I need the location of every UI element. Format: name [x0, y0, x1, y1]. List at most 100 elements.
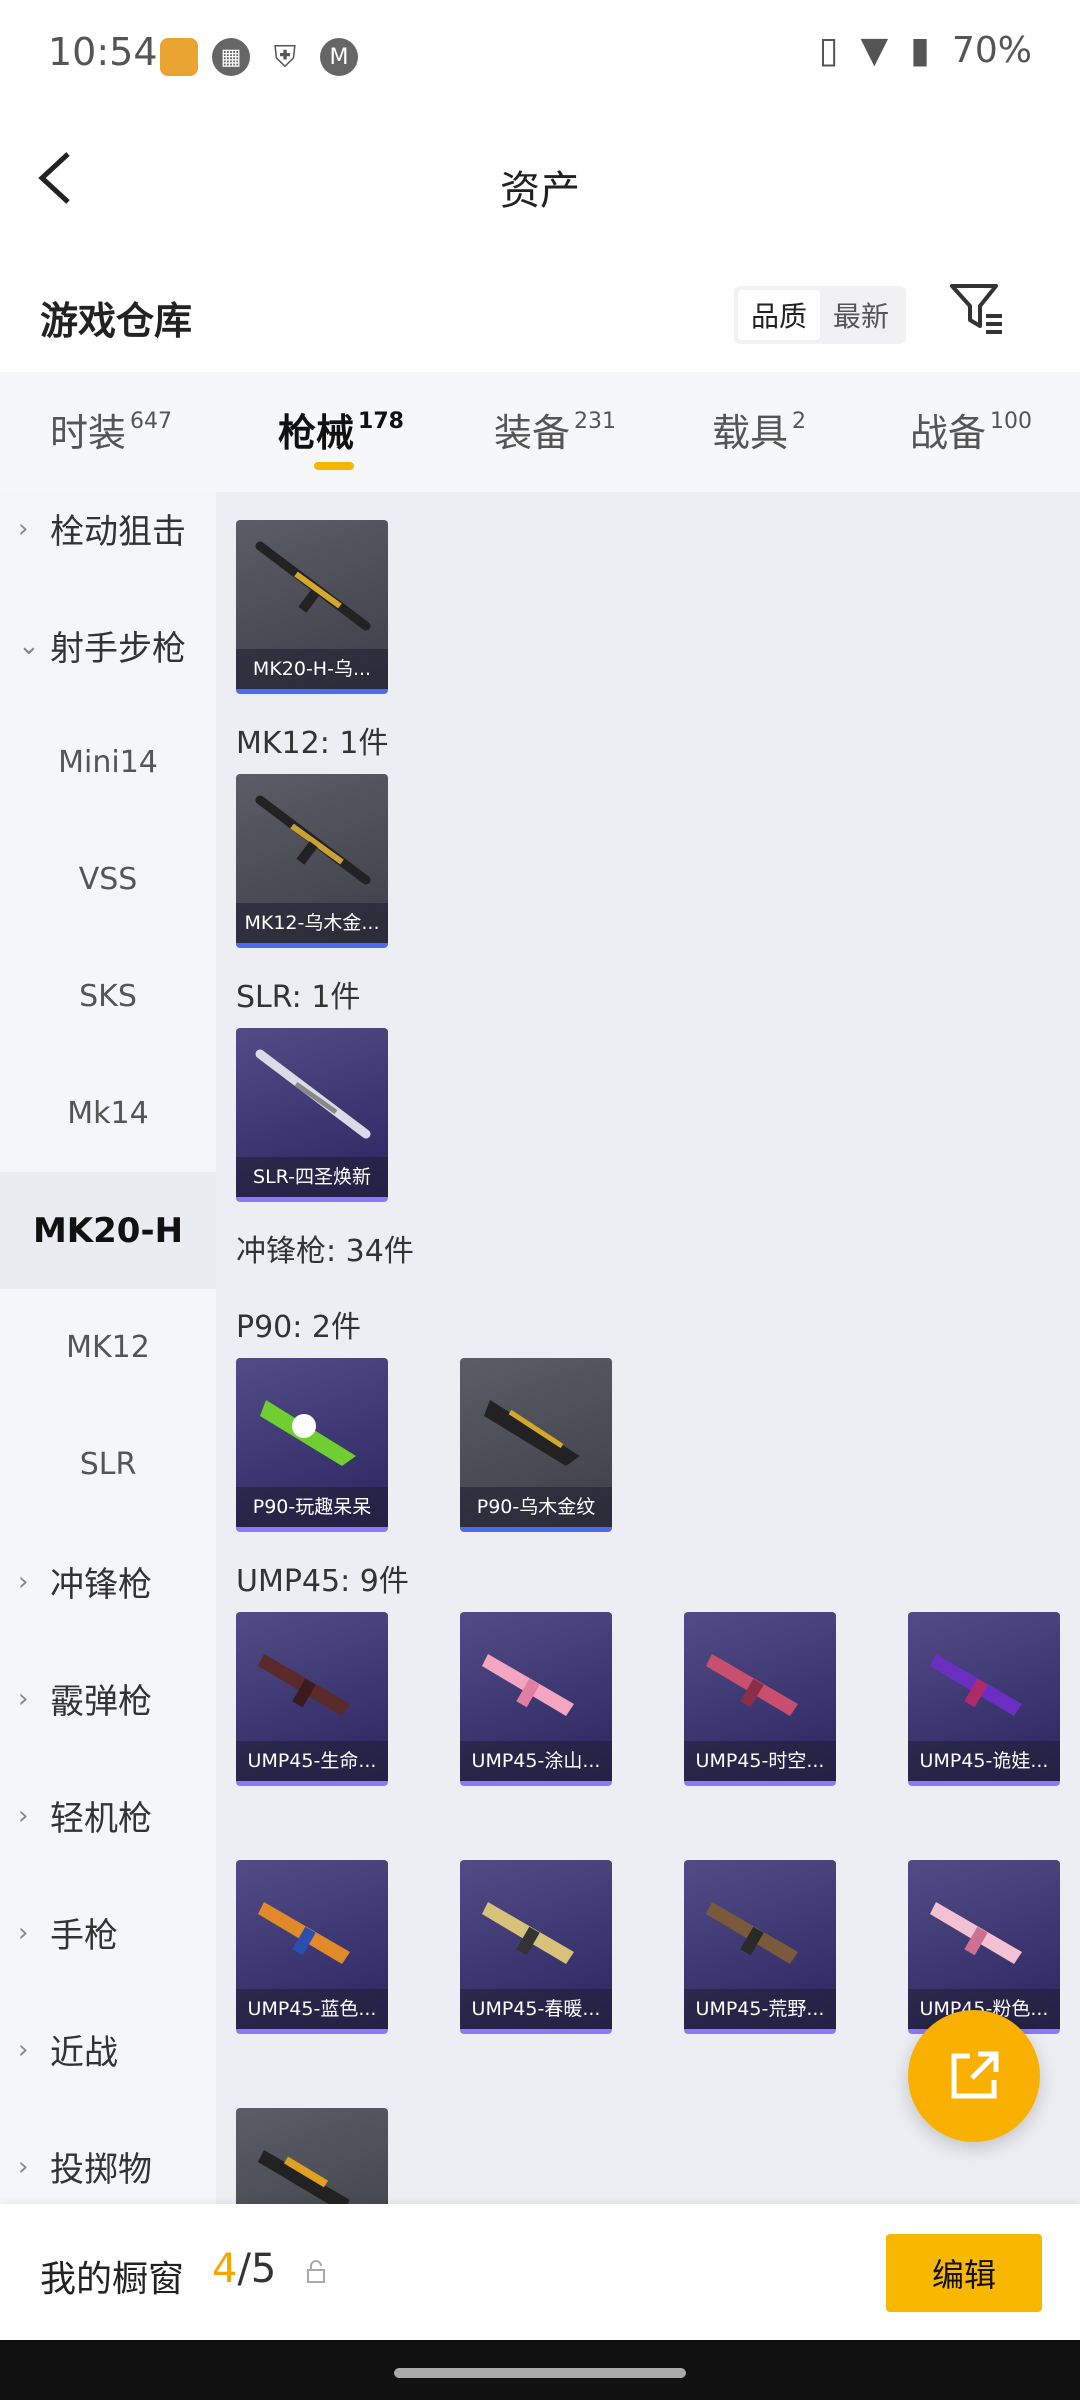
- calendar-icon: ▦: [212, 38, 250, 76]
- sidebar-item-melee[interactable]: › 近战: [0, 1991, 216, 2108]
- chevron-right-icon: ›: [18, 513, 29, 544]
- smg-icon: [706, 1654, 798, 1716]
- vibrate-icon: ▯: [818, 30, 839, 71]
- tab-vehicles[interactable]: 载具 2: [712, 402, 806, 457]
- battery-icon: ▮: [910, 30, 930, 71]
- sidebar-item-bolt-sniper[interactable]: › 栓动狙击: [0, 492, 216, 587]
- sidebar-item-mk14[interactable]: Mk14: [0, 1055, 216, 1172]
- tab-guns[interactable]: 枪械 178: [278, 402, 404, 457]
- weapon-card[interactable]: UMP45-蓝色...: [236, 1860, 388, 2034]
- smg-icon: [258, 1654, 350, 1716]
- chevron-right-icon: ›: [18, 1917, 29, 1948]
- sidebar-item-lmg[interactable]: › 轻机枪: [0, 1757, 216, 1874]
- sidebar-item-mk20h[interactable]: MK20-H: [0, 1172, 216, 1289]
- card-label: MK12-乌木金...: [236, 903, 388, 943]
- weapon-card[interactable]: SLR-四圣焕新: [236, 1028, 388, 1202]
- weapon-card[interactable]: UMP45-诡娃...: [908, 1612, 1060, 1786]
- wifi-icon: ▼: [860, 30, 889, 71]
- chevron-right-icon: ›: [18, 1683, 29, 1714]
- smg-icon: [258, 2150, 350, 2204]
- status-right: ▯ ▼ ▮ 70%: [819, 30, 1032, 71]
- sidebar-item-throwable[interactable]: › 投掷物: [0, 2108, 216, 2204]
- weapon-content: MK20-H-乌... MK12: 1件 MK12-乌木金... SLR: 1件…: [216, 492, 1080, 2204]
- tab-supplies[interactable]: 战备 100: [910, 402, 1032, 457]
- sort-latest-button[interactable]: 最新: [820, 290, 902, 340]
- group-header: SLR: 1件: [236, 980, 361, 1015]
- chevron-right-icon: ›: [18, 1800, 29, 1831]
- sort-quality-button[interactable]: 品质: [738, 290, 820, 340]
- weapon-sidebar: › 栓动狙击 ⌄ 射手步枪 Mini14 VSS SKS Mk14 MK20-H M…: [0, 492, 216, 2204]
- home-gesture-bar[interactable]: [394, 2368, 686, 2378]
- motorola-icon: M: [320, 38, 358, 76]
- sidebar-item-pistol[interactable]: › 手枪: [0, 1874, 216, 1991]
- card-label: UMP45-涂山...: [460, 1741, 612, 1781]
- sidebar-item-vss[interactable]: VSS: [0, 821, 216, 938]
- tab-equipment[interactable]: 装备 231: [494, 402, 616, 457]
- tab-indicator: [314, 462, 354, 470]
- section-title: 游戏仓库: [40, 299, 193, 343]
- smg-icon: [930, 1902, 1022, 1964]
- rifle-icon: [255, 1049, 371, 1139]
- rifle-icon: [255, 541, 371, 631]
- card-label: SLR-四圣焕新: [236, 1157, 388, 1197]
- weapon-card[interactable]: UMP45-粉色...: [908, 1860, 1060, 2034]
- card-label: P90-玩趣呆呆: [236, 1487, 388, 1527]
- smg-icon: [930, 1654, 1022, 1716]
- sidebar-item-slr[interactable]: SLR: [0, 1406, 216, 1523]
- group-header: 冲锋枪: 34件: [236, 1234, 414, 1269]
- category-tabs: 时装 647 枪械 178 装备 231 载具 2 战备 100: [0, 372, 1080, 492]
- card-label: UMP45-诡娃...: [908, 1741, 1060, 1781]
- sort-toggle: 品质 最新: [734, 286, 906, 344]
- smg-icon: [484, 1400, 580, 1466]
- card-label: UMP45-蓝色...: [236, 1989, 388, 2029]
- card-label: P90-乌木金纹: [460, 1487, 612, 1527]
- weapon-card[interactable]: UMP45-生命...: [236, 1612, 388, 1786]
- sidebar-item-smg[interactable]: › 冲锋枪: [0, 1523, 216, 1640]
- card-label: UMP45-春暖...: [460, 1989, 612, 2029]
- external-link-icon: [951, 2051, 999, 2099]
- chevron-down-icon: ⌄: [18, 630, 40, 661]
- smg-icon: [482, 1902, 574, 1964]
- card-label: UMP45-生命...: [236, 1741, 388, 1781]
- showcase-count: 4/5: [212, 2246, 277, 2292]
- group-header: UMP45: 9件: [236, 1564, 409, 1599]
- weapon-card[interactable]: UMP45-时空...: [684, 1612, 836, 1786]
- chevron-right-icon: ›: [18, 2151, 29, 2182]
- page-title: 资产: [500, 168, 580, 214]
- showcase-bar: 我的橱窗 4/5 编辑: [0, 2204, 1080, 2340]
- smg-icon: [482, 1654, 574, 1716]
- weapon-card[interactable]: MK20-H-乌...: [236, 520, 388, 694]
- card-label: UMP45-荒野...: [684, 1989, 836, 2029]
- lock-icon: [307, 2260, 325, 2283]
- game-app-icon: [160, 38, 198, 76]
- chevron-right-icon: ›: [18, 2034, 29, 2065]
- card-label: MK20-H-乌...: [236, 649, 388, 689]
- group-header: P90: 2件: [236, 1310, 361, 1345]
- weapon-card[interactable]: UMP45-春暖...: [460, 1860, 612, 2034]
- battery-level: 70%: [951, 30, 1032, 71]
- rifle-icon: [255, 795, 371, 885]
- smg-icon: [260, 1400, 356, 1466]
- weapon-card[interactable]: P90-玩趣呆呆: [236, 1358, 388, 1532]
- edit-button[interactable]: 编辑: [886, 2234, 1042, 2312]
- sidebar-item-mk12[interactable]: MK12: [0, 1289, 216, 1406]
- weapon-card[interactable]: MK12-乌木金...: [236, 774, 388, 948]
- showcase-label: 我的橱窗: [40, 2259, 185, 2300]
- card-label: UMP45-时空...: [684, 1741, 836, 1781]
- sidebar-item-sks[interactable]: SKS: [0, 938, 216, 1055]
- sidebar-item-dmr[interactable]: ⌄ 射手步枪: [0, 587, 216, 704]
- weapon-card[interactable]: P90-乌木金纹: [460, 1358, 612, 1532]
- weapon-card[interactable]: UMP45-涂山...: [460, 1612, 612, 1786]
- sidebar-item-shotgun[interactable]: › 霰弹枪: [0, 1640, 216, 1757]
- chevron-right-icon: ›: [18, 1566, 29, 1597]
- share-button[interactable]: [908, 2010, 1040, 2142]
- shield-icon: ⛨: [273, 39, 297, 75]
- group-header: MK12: 1件: [236, 726, 389, 761]
- status-time: 10:54: [48, 30, 158, 74]
- weapon-card[interactable]: UMP45-荒野...: [684, 1860, 836, 2034]
- sidebar-item-mini14[interactable]: Mini14: [0, 704, 216, 821]
- weapon-card[interactable]: [236, 2108, 388, 2204]
- tab-fashion[interactable]: 时装 647: [50, 402, 172, 457]
- smg-icon: [706, 1902, 798, 1964]
- filter-icon[interactable]: [948, 280, 1010, 344]
